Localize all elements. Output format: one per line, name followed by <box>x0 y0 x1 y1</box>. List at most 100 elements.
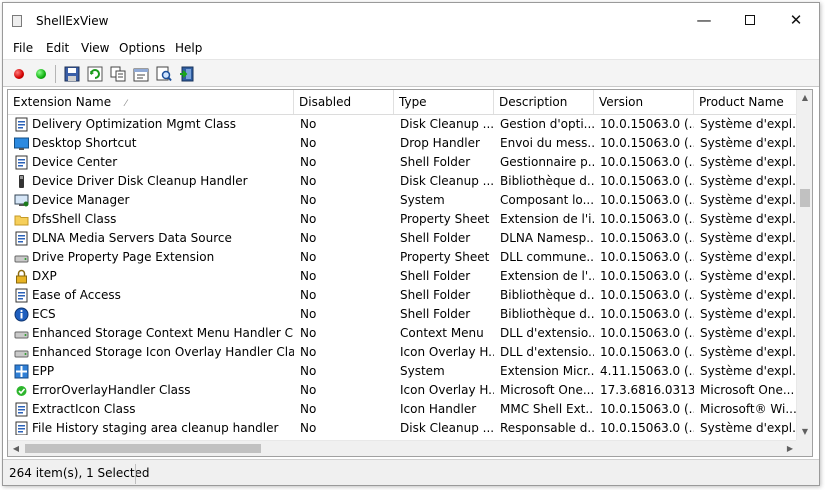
vertical-scrollbar[interactable]: ▲ ▼ <box>796 90 812 440</box>
vertical-scroll-thumb[interactable] <box>800 189 810 207</box>
cell-disabled: No <box>300 307 317 321</box>
column-header-disabled[interactable]: Disabled <box>294 90 394 114</box>
table-row[interactable]: ErrorOverlayHandler Class No Icon Overlay … <box>8 381 798 400</box>
save-icon[interactable] <box>64 66 80 82</box>
cell-product-name: Système d'expl... <box>700 326 796 340</box>
table-row[interactable]: Desktop Shortcut No Drop Handler Envoi du m… <box>8 134 798 153</box>
column-header-product-name[interactable]: Product Name <box>694 90 798 114</box>
column-header-version[interactable]: Version <box>594 90 694 114</box>
table-row[interactable]: DXP No Shell Folder Extension de l'... 10.0.… <box>8 267 798 286</box>
cell-description: DLL d'extensio... <box>500 345 594 359</box>
title-bar[interactable]: ShellExView — ✕ <box>3 3 819 37</box>
disable-items-button[interactable] <box>14 69 24 79</box>
cell-description: DLNA Namesp... <box>500 231 594 245</box>
table-row[interactable]: DfsShell Class No Property Sheet Extension … <box>8 210 798 229</box>
minimize-button[interactable]: — <box>681 3 727 37</box>
cell-extension-name: Enhanced Storage Icon Overlay Handler Cl… <box>32 345 294 359</box>
cell-description: Bibliothèque d... <box>500 307 594 321</box>
column-label: Extension Name <box>13 95 112 109</box>
table-row[interactable]: Drive Property Page Extension No Property … <box>8 248 798 267</box>
cell-version: 10.0.15063.0 (... <box>600 231 694 245</box>
table-row[interactable]: Device Center No Shell Folder Gestionnaire … <box>8 153 798 172</box>
cell-version: 10.0.15063.0 (... <box>600 288 694 302</box>
horizontal-scrollbar[interactable]: ◀ ▶ <box>8 440 798 456</box>
cell-disabled: No <box>300 288 317 302</box>
drive-icon <box>14 350 29 358</box>
check-icon <box>16 386 27 396</box>
cell-product-name: Système d'expl... <box>700 117 796 131</box>
cell-product-name: Système d'expl... <box>700 231 796 245</box>
cell-version: 10.0.15063.0 (... <box>600 326 694 340</box>
epp-icon <box>14 364 29 379</box>
horizontal-scroll-thumb[interactable] <box>25 444 261 453</box>
column-header-type[interactable]: Type <box>394 90 494 114</box>
table-row[interactable]: Enhanced Storage Icon Overlay Handler Cl… <box>8 343 798 362</box>
cell-product-name: Système d'expl... <box>700 364 796 378</box>
maximize-button[interactable] <box>727 3 773 37</box>
toolbar-separator <box>55 65 56 83</box>
column-header-description[interactable]: Description <box>494 90 594 114</box>
cell-type: Shell Folder <box>400 288 471 302</box>
scroll-up-arrow-icon[interactable]: ▲ <box>797 90 812 106</box>
table-row[interactable]: Enhanced Storage Context Menu Handler Cl… <box>8 324 798 343</box>
scroll-down-arrow-icon[interactable]: ▼ <box>797 424 812 440</box>
cell-version: 10.0.15063.0 (... <box>600 250 694 264</box>
cell-version: 10.0.15063.0 (... <box>600 117 694 131</box>
menu-help[interactable]: Help <box>175 41 202 55</box>
cell-extension-name: ErrorOverlayHandler Class <box>32 383 191 397</box>
cell-product-name: Système d'expl... <box>700 155 796 169</box>
document-icon <box>15 231 28 246</box>
table-row[interactable]: ExtractIcon Class No Icon Handler MMC Shell… <box>8 400 798 419</box>
cell-type: Shell Folder <box>400 269 471 283</box>
cell-disabled: No <box>300 402 317 416</box>
column-header-extension-name[interactable]: Extension Name ⁄ <box>8 90 294 114</box>
cell-description: MMC Shell Ext... <box>500 402 594 416</box>
menu-file[interactable]: File <box>13 41 33 55</box>
extensions-list[interactable]: Extension Name ⁄ Disabled Type Descriptio… <box>7 89 813 457</box>
status-bar: 264 item(s), 1 Selected <box>3 459 819 485</box>
cell-disabled: No <box>300 231 317 245</box>
cell-description: Extension Micr... <box>500 364 594 378</box>
desktop-icon <box>14 137 29 150</box>
properties-icon[interactable] <box>133 66 149 82</box>
document-icon <box>15 155 28 170</box>
document-icon <box>15 288 28 303</box>
cell-product-name: Système d'expl... <box>700 307 796 321</box>
cell-type: Icon Handler <box>400 402 477 416</box>
close-button[interactable]: ✕ <box>773 3 819 37</box>
scroll-left-arrow-icon[interactable]: ◀ <box>8 441 24 456</box>
find-icon[interactable] <box>156 66 172 82</box>
table-row[interactable]: Ease of Access No Shell Folder Bibliothèque… <box>8 286 798 305</box>
cell-version: 10.0.15063.0 (... <box>600 269 694 283</box>
table-row[interactable]: ECS No Shell Folder Bibliothèque d... 10.0.1… <box>8 305 798 324</box>
menu-edit[interactable]: Edit <box>46 41 69 55</box>
menu-options[interactable]: Options <box>119 41 165 55</box>
table-row[interactable]: Device Driver Disk Cleanup Handler No Disk… <box>8 172 798 191</box>
cell-version: 10.0.15063.0 (... <box>600 212 694 226</box>
table-row[interactable]: Device Manager No System Composant lo... 10.… <box>8 191 798 210</box>
cell-version: 10.0.15063.0 (... <box>600 174 694 188</box>
cell-type: Icon Overlay H... <box>400 383 494 397</box>
cell-extension-name: Delivery Optimization Mgmt Class <box>32 117 236 131</box>
document-icon <box>15 117 28 132</box>
exit-icon[interactable] <box>179 66 195 82</box>
enable-items-button[interactable] <box>36 69 46 79</box>
cell-type: System <box>400 193 445 207</box>
cell-type: Disk Cleanup ... <box>400 421 494 435</box>
device-manager-icon <box>14 194 29 207</box>
cell-extension-name: EPP <box>32 364 55 378</box>
menu-view[interactable]: View <box>81 41 109 55</box>
table-row[interactable]: Delivery Optimization Mgmt Class No Disk C… <box>8 115 798 134</box>
table-row[interactable]: File History staging area cleanup handle… <box>8 419 798 435</box>
cell-extension-name: File History staging area cleanup handle… <box>32 421 279 435</box>
cell-version: 10.0.15063.0 (... <box>600 155 694 169</box>
cell-extension-name: Drive Property Page Extension <box>32 250 215 264</box>
refresh-icon[interactable] <box>87 66 103 82</box>
copy-icon[interactable] <box>110 66 126 82</box>
cell-extension-name: DLNA Media Servers Data Source <box>32 231 232 245</box>
table-row[interactable]: DLNA Media Servers Data Source No Shell Fo… <box>8 229 798 248</box>
table-row[interactable]: EPP No System Extension Micr... 4.11.15063.0… <box>8 362 798 381</box>
cell-description: Gestionnaire p... <box>500 155 594 169</box>
cell-type: Drop Handler <box>400 136 480 150</box>
sort-ascending-icon: ⁄ <box>125 99 127 109</box>
